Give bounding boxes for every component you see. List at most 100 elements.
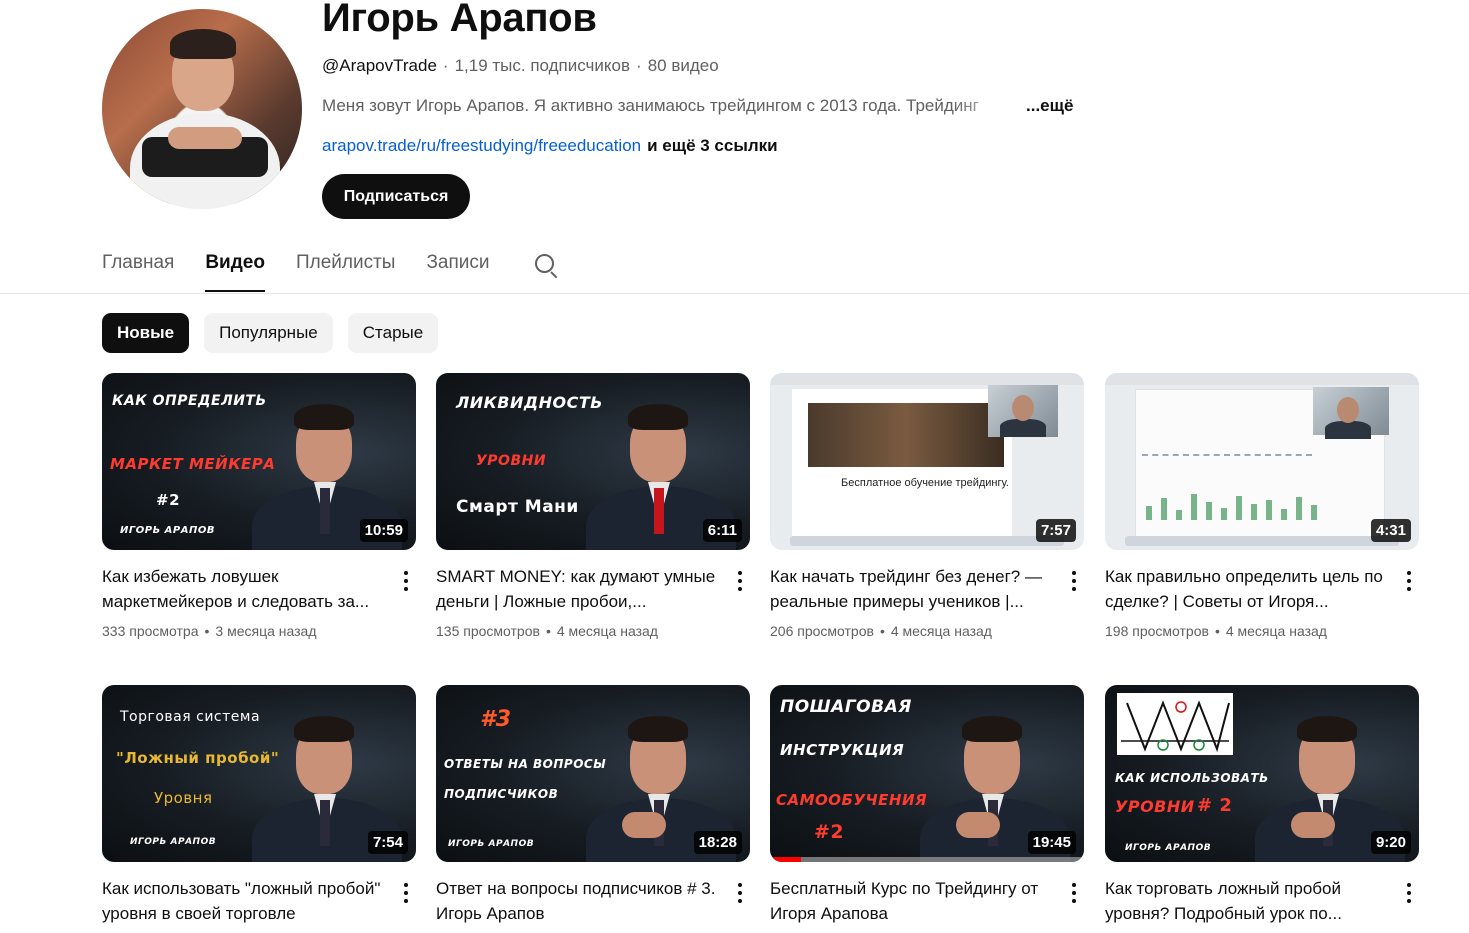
more-actions-icon[interactable] [396,569,416,593]
view-count: 135 просмотров [436,623,540,639]
video-thumbnail[interactable]: КАК ОПРЕДЕЛИТЬ МАРКЕТ МЕЙКЕРА #2 ИГОРЬ А… [102,373,416,550]
more-actions-icon[interactable] [1064,569,1084,593]
video-title[interactable]: Как избежать ловушек маркетмейкеров и сл… [102,564,387,614]
thumbnail-text: Уровня [154,789,213,807]
thumbnail-text: ОТВЕТЫ НА ВОПРОСЫ [444,757,607,771]
menu-dot [1407,891,1411,895]
avatar-hands [168,127,242,149]
video-title[interactable]: Бесплатный Курс по Трейдингу от Игоря Ар… [770,876,1055,926]
video-card[interactable]: Бесплатное обучение трейдингу. 7:57 Как … [770,373,1084,639]
more-actions-icon[interactable] [730,881,750,905]
video-title[interactable]: Как торговать ложный пробой уровня? Подр… [1105,876,1390,926]
upload-age: 4 месяца назад [890,623,992,639]
level-diagram [1117,693,1233,755]
video-duration: 19:45 [1027,831,1076,854]
video-card[interactable]: КАК ИСПОЛЬЗОВАТЬ УРОВНИ # 2 ИГОРЬ АРАПОВ… [1105,685,1419,923]
video-thumbnail[interactable]: ЛИКВИДНОСТЬ УРОВНИ Смарт Мани 6:11 [436,373,750,550]
watch-progress-fill [770,857,802,862]
thumbnail-text: #2 [156,491,181,509]
meta-separator: • [204,623,210,639]
video-title[interactable]: Как начать трейдинг без денег? — реальны… [770,564,1055,614]
chip-popular[interactable]: Популярные [204,313,333,353]
menu-dot [738,579,742,583]
tab-posts[interactable]: Записи [426,240,489,292]
volume-bar [1251,504,1257,520]
video-title[interactable]: Как правильно определить цель по сделке?… [1105,564,1390,614]
search-icon-handle [549,271,557,279]
channel-link[interactable]: arapov.trade/ru/freestudying/freeeducati… [322,136,641,155]
dock-bar [790,536,1064,546]
more-links-button[interactable]: и ещё 3 ссылки [647,136,778,155]
presenter-hair [628,716,688,742]
presenter-tie [320,800,330,846]
webcam-body [1325,421,1371,439]
channel-meta: @ArapovTrade · 1,19 тыс. подписчиков · 80 ви… [322,56,719,76]
webcam-overlay [988,385,1058,437]
tab-home[interactable]: Главная [102,240,174,292]
watch-progress-bar [770,857,1084,862]
menu-dot [404,891,408,895]
video-thumbnail[interactable]: Торговая система "Ложный пробой" Уровня … [102,685,416,862]
search-icon[interactable] [533,252,559,279]
chip-newest[interactable]: Новые [102,313,190,353]
video-title[interactable]: SMART MONEY: как думают умные деньги | Л… [436,564,721,614]
more-actions-icon[interactable] [730,569,750,593]
chip-oldest[interactable]: Старые [347,313,439,353]
thumbnail-text: ИГОРЬ АРАПОВ [130,837,217,847]
browser-bar [1105,373,1419,385]
menu-dot [1072,579,1076,583]
menu-dot [404,899,408,903]
video-thumbnail[interactable]: 4:31 [1105,373,1419,550]
video-card[interactable]: КАК ОПРЕДЕЛИТЬ МАРКЕТ МЕЙКЕРА #2 ИГОРЬ А… [102,373,416,639]
video-duration: 6:11 [702,519,742,542]
description-more-button[interactable]: ...ещё [1026,96,1073,115]
video-card[interactable]: 4:31 Как правильно определить цель по сд… [1105,373,1419,639]
thumbnail-text: Торговая система [120,709,261,725]
video-meta: 135 просмотров • 4 месяца назад [436,623,658,639]
avatar-hair [170,29,236,59]
volume-bar [1296,497,1302,520]
meta-separator: • [1214,623,1220,639]
more-actions-icon[interactable] [396,881,416,905]
thumbnail-text: УРОВНИ [476,453,547,469]
video-thumbnail[interactable]: КАК ИСПОЛЬЗОВАТЬ УРОВНИ # 2 ИГОРЬ АРАПОВ… [1105,685,1419,862]
more-actions-icon[interactable] [1399,881,1419,905]
tabs-divider [0,293,1469,294]
video-thumbnail[interactable]: Бесплатное обучение трейдингу. 7:57 [770,373,1084,550]
thumbnail-text: #3 [480,707,512,732]
webcam-face [1012,395,1034,421]
presenter-tie [320,488,330,534]
video-thumbnail[interactable]: ПОШАГОВАЯ ИНСТРУКЦИЯ САМООБУЧЕНИЯ #2 19:… [770,685,1084,862]
tab-videos[interactable]: Видео [205,240,265,292]
presenter-tie [654,488,664,534]
thumbnail-text: УРОВНИ [1115,797,1195,816]
menu-dot [1072,891,1076,895]
more-actions-icon[interactable] [1399,569,1419,593]
presenter-hair [1297,716,1357,742]
channel-avatar[interactable] [102,9,302,209]
video-card[interactable]: Торговая система "Ложный пробой" Уровня … [102,685,416,923]
video-duration: 7:54 [367,831,408,854]
menu-dot [404,571,408,575]
video-card[interactable]: #3 ОТВЕТЫ НА ВОПРОСЫ ПОДПИСЧИКОВ ИГОРЬ А… [436,685,750,923]
menu-dot [1072,587,1076,591]
thumbnail-text: МАРКЕТ МЕЙКЕРА [110,455,276,473]
video-card[interactable]: ПОШАГОВАЯ ИНСТРУКЦИЯ САМООБУЧЕНИЯ #2 19:… [770,685,1084,923]
presenter-hair [962,716,1022,742]
subscribe-button[interactable]: Подписаться [322,174,470,219]
volume-bar [1146,506,1152,520]
meta-separator: • [545,623,551,639]
volume-bar [1311,505,1317,520]
video-title[interactable]: Ответ на вопросы подписчиков # 3. Игорь … [436,876,721,926]
channel-tabs: Главная Видео Плейлисты Записи [102,240,559,292]
thumbnail-text: КАК ОПРЕДЕЛИТЬ [112,393,267,409]
menu-dot [1407,579,1411,583]
video-title[interactable]: Как использовать "ложный пробой" уровня … [102,876,387,926]
video-card[interactable]: ЛИКВИДНОСТЬ УРОВНИ Смарт Мани 6:11 SMART… [436,373,750,639]
sort-chips: Новые Популярные Старые [102,313,439,353]
more-actions-icon[interactable] [1064,881,1084,905]
channel-description[interactable]: Меня зовут Игорь Арапов. Я активно заним… [322,96,1073,116]
tab-playlists[interactable]: Плейлисты [296,240,395,292]
upload-age: 3 месяца назад [215,623,317,639]
video-thumbnail[interactable]: #3 ОТВЕТЫ НА ВОПРОСЫ ПОДПИСЧИКОВ ИГОРЬ А… [436,685,750,862]
